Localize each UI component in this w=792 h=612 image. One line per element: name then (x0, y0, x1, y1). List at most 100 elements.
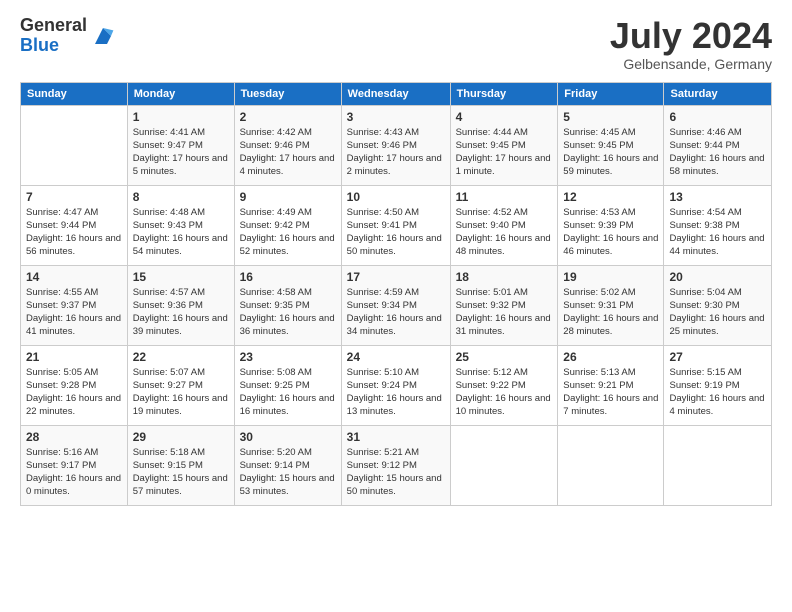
calendar-cell: 18Sunrise: 5:01 AM Sunset: 9:32 PM Dayli… (450, 265, 558, 345)
header-row: Sunday Monday Tuesday Wednesday Thursday… (21, 82, 772, 105)
calendar-cell: 27Sunrise: 5:15 AM Sunset: 9:19 PM Dayli… (664, 345, 772, 425)
day-number: 6 (669, 110, 766, 124)
day-number: 8 (133, 190, 229, 204)
calendar-cell: 29 Sunrise: 5:18 AM Sunset: 9:15 PM Dayli… (127, 425, 234, 505)
day-info: Sunrise: 5:13 AM Sunset: 9:21 PM Dayligh… (563, 366, 658, 419)
day-info: Sunrise: 4:48 AM Sunset: 9:43 PM Dayligh… (133, 206, 229, 259)
day-info: Sunrise: 4:43 AM Sunset: 9:46 PM Dayligh… (347, 126, 445, 179)
month-title: July 2024 (610, 16, 772, 56)
day-info: Sunrise: 4:53 AM Sunset: 9:39 PM Dayligh… (563, 206, 658, 259)
day-number: 9 (240, 190, 336, 204)
week-row-3: 21Sunrise: 5:05 AM Sunset: 9:28 PM Dayli… (21, 345, 772, 425)
logo-icon (91, 24, 115, 48)
day-number: 15 (133, 270, 229, 284)
day-number: 11 (456, 190, 553, 204)
day-number: 27 (669, 350, 766, 364)
day-info: Sunrise: 4:46 AM Sunset: 9:44 PM Dayligh… (669, 126, 766, 179)
calendar-cell: 8 Sunrise: 4:48 AM Sunset: 9:43 PM Daylig… (127, 185, 234, 265)
day-number: 2 (240, 110, 336, 124)
calendar-cell: 31 Sunrise: 5:21 AM Sunset: 9:12 PM Dayli… (341, 425, 450, 505)
day-info: Sunrise: 4:45 AM Sunset: 9:45 PM Dayligh… (563, 126, 658, 179)
day-info: Sunrise: 5:12 AM Sunset: 9:22 PM Dayligh… (456, 366, 553, 419)
day-info: Sunrise: 4:42 AM Sunset: 9:46 PM Dayligh… (240, 126, 336, 179)
day-number: 29 (133, 430, 229, 444)
calendar-cell: 20Sunrise: 5:04 AM Sunset: 9:30 PM Dayli… (664, 265, 772, 345)
calendar-cell: 16Sunrise: 4:58 AM Sunset: 9:35 PM Dayli… (234, 265, 341, 345)
calendar-cell: 21Sunrise: 5:05 AM Sunset: 9:28 PM Dayli… (21, 345, 128, 425)
day-number: 16 (240, 270, 336, 284)
location: Gelbensande, Germany (610, 56, 772, 72)
page: General Blue July 2024 Gelbensande, Germ… (0, 0, 792, 612)
calendar-cell (558, 425, 664, 505)
calendar-cell: 10 Sunrise: 4:50 AM Sunset: 9:41 PM Dayli… (341, 185, 450, 265)
calendar-cell: 28Sunrise: 5:16 AM Sunset: 9:17 PM Dayli… (21, 425, 128, 505)
day-number: 25 (456, 350, 553, 364)
day-number: 21 (26, 350, 122, 364)
calendar-cell: 24 Sunrise: 5:10 AM Sunset: 9:24 PM Dayli… (341, 345, 450, 425)
calendar-cell: 11Sunrise: 4:52 AM Sunset: 9:40 PM Dayli… (450, 185, 558, 265)
day-number: 31 (347, 430, 445, 444)
week-row-0: 1Sunrise: 4:41 AM Sunset: 9:47 PM Daylig… (21, 105, 772, 185)
header-tuesday: Tuesday (234, 82, 341, 105)
calendar-cell: 1Sunrise: 4:41 AM Sunset: 9:47 PM Daylig… (127, 105, 234, 185)
week-row-2: 14 Sunrise: 4:55 AM Sunset: 9:37 PM Dayli… (21, 265, 772, 345)
calendar-cell: 25 Sunrise: 5:12 AM Sunset: 9:22 PM Dayli… (450, 345, 558, 425)
calendar-cell: 7Sunrise: 4:47 AM Sunset: 9:44 PM Daylig… (21, 185, 128, 265)
header-thursday: Thursday (450, 82, 558, 105)
day-info: Sunrise: 4:44 AM Sunset: 9:45 PM Dayligh… (456, 126, 553, 179)
day-info: Sunrise: 4:57 AM Sunset: 9:36 PM Dayligh… (133, 286, 229, 339)
day-number: 5 (563, 110, 658, 124)
day-number: 23 (240, 350, 336, 364)
logo-general: General (20, 16, 87, 36)
calendar-cell: 4Sunrise: 4:44 AM Sunset: 9:45 PM Daylig… (450, 105, 558, 185)
day-info: Sunrise: 5:08 AM Sunset: 9:25 PM Dayligh… (240, 366, 336, 419)
calendar-cell: 9 Sunrise: 4:49 AM Sunset: 9:42 PM Daylig… (234, 185, 341, 265)
day-info: Sunrise: 4:47 AM Sunset: 9:44 PM Dayligh… (26, 206, 122, 259)
day-number: 17 (347, 270, 445, 284)
title-section: July 2024 Gelbensande, Germany (610, 16, 772, 72)
day-number: 12 (563, 190, 658, 204)
calendar-cell: 12 Sunrise: 4:53 AM Sunset: 9:39 PM Dayli… (558, 185, 664, 265)
calendar-cell (664, 425, 772, 505)
day-info: Sunrise: 5:21 AM Sunset: 9:12 PM Dayligh… (347, 446, 445, 499)
header-friday: Friday (558, 82, 664, 105)
calendar-table: Sunday Monday Tuesday Wednesday Thursday… (20, 82, 772, 506)
day-info: Sunrise: 5:10 AM Sunset: 9:24 PM Dayligh… (347, 366, 445, 419)
day-info: Sunrise: 5:01 AM Sunset: 9:32 PM Dayligh… (456, 286, 553, 339)
day-info: Sunrise: 4:50 AM Sunset: 9:41 PM Dayligh… (347, 206, 445, 259)
day-number: 3 (347, 110, 445, 124)
day-info: Sunrise: 5:18 AM Sunset: 9:15 PM Dayligh… (133, 446, 229, 499)
calendar-cell: 13 Sunrise: 4:54 AM Sunset: 9:38 PM Dayli… (664, 185, 772, 265)
day-number: 22 (133, 350, 229, 364)
day-info: Sunrise: 4:41 AM Sunset: 9:47 PM Dayligh… (133, 126, 229, 179)
header-wednesday: Wednesday (341, 82, 450, 105)
week-row-1: 7Sunrise: 4:47 AM Sunset: 9:44 PM Daylig… (21, 185, 772, 265)
calendar-cell: 22Sunrise: 5:07 AM Sunset: 9:27 PM Dayli… (127, 345, 234, 425)
logo-blue: Blue (20, 36, 87, 56)
header-saturday: Saturday (664, 82, 772, 105)
calendar-cell (21, 105, 128, 185)
day-info: Sunrise: 4:49 AM Sunset: 9:42 PM Dayligh… (240, 206, 336, 259)
day-number: 26 (563, 350, 658, 364)
day-info: Sunrise: 4:55 AM Sunset: 9:37 PM Dayligh… (26, 286, 122, 339)
calendar-cell: 17 Sunrise: 4:59 AM Sunset: 9:34 PM Dayli… (341, 265, 450, 345)
day-number: 20 (669, 270, 766, 284)
day-number: 28 (26, 430, 122, 444)
day-info: Sunrise: 4:54 AM Sunset: 9:38 PM Dayligh… (669, 206, 766, 259)
calendar-cell: 14 Sunrise: 4:55 AM Sunset: 9:37 PM Dayli… (21, 265, 128, 345)
calendar-cell (450, 425, 558, 505)
calendar-cell: 30Sunrise: 5:20 AM Sunset: 9:14 PM Dayli… (234, 425, 341, 505)
calendar-body: 1Sunrise: 4:41 AM Sunset: 9:47 PM Daylig… (21, 105, 772, 505)
calendar-cell: 26 Sunrise: 5:13 AM Sunset: 9:21 PM Dayli… (558, 345, 664, 425)
day-number: 19 (563, 270, 658, 284)
day-number: 10 (347, 190, 445, 204)
day-number: 14 (26, 270, 122, 284)
header-monday: Monday (127, 82, 234, 105)
header: General Blue July 2024 Gelbensande, Germ… (20, 16, 772, 72)
day-number: 13 (669, 190, 766, 204)
day-info: Sunrise: 4:59 AM Sunset: 9:34 PM Dayligh… (347, 286, 445, 339)
day-info: Sunrise: 5:02 AM Sunset: 9:31 PM Dayligh… (563, 286, 658, 339)
calendar-cell: 19 Sunrise: 5:02 AM Sunset: 9:31 PM Dayli… (558, 265, 664, 345)
week-row-4: 28Sunrise: 5:16 AM Sunset: 9:17 PM Dayli… (21, 425, 772, 505)
day-number: 24 (347, 350, 445, 364)
